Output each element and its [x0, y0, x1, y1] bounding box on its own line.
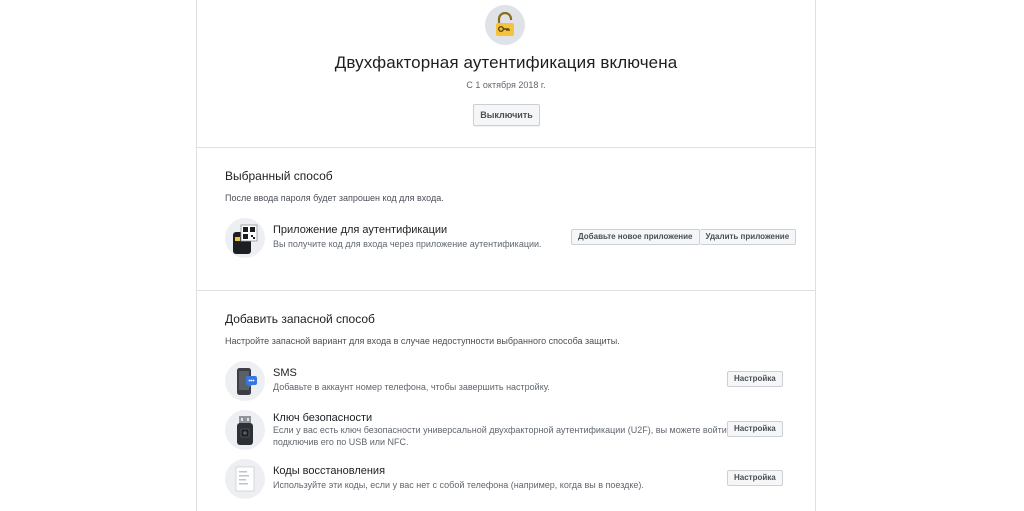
lock-key-icon	[485, 5, 525, 45]
selected-method-title: Выбранный способ	[225, 169, 333, 183]
authenticator-app-description: Вы получите код для входа через приложен…	[273, 239, 542, 249]
enabled-since-text: С 1 октября 2018 г.	[466, 80, 546, 90]
section-divider	[197, 147, 815, 148]
turn-off-button[interactable]: Выключить	[473, 104, 540, 126]
sms-setup-button[interactable]: Настройка	[727, 371, 783, 387]
security-key-description-line1: Если у вас есть ключ безопасности универ…	[273, 425, 730, 435]
sms-row: SMS Добавьте в аккаунт номер телефона, ч…	[225, 361, 783, 403]
security-key-setup-button[interactable]: Настройка	[727, 421, 783, 437]
security-key-row: Ключ безопасности Если у вас есть ключ б…	[225, 410, 783, 452]
sms-description: Добавьте в аккаунт номер телефона, чтобы…	[273, 382, 550, 392]
backup-method-title: Добавить запасной способ	[225, 312, 375, 326]
authenticator-app-title: Приложение для аутентификации	[273, 224, 448, 236]
recovery-codes-setup-button[interactable]: Настройка	[727, 470, 783, 486]
selected-method-description: После ввода пароля будет запрошен код дл…	[225, 193, 444, 203]
two-factor-status-header: Двухфакторная аутентификация включена С …	[197, 0, 815, 148]
page-title: Двухфакторная аутентификация включена	[334, 53, 678, 72]
authenticator-actions: Добавьте новое приложение Удалить прилож…	[571, 229, 797, 245]
recovery-codes-description: Используйте эти коды, если у вас нет с с…	[273, 480, 644, 490]
two-factor-settings-card: Двухфакторная аутентификация включена С …	[196, 0, 816, 511]
sms-title: SMS	[273, 367, 297, 379]
authenticator-app-row: Приложение для аутентификации Вы получит…	[225, 218, 797, 260]
authenticator-app-icon	[225, 218, 265, 258]
remove-app-button[interactable]: Удалить приложение	[699, 229, 797, 245]
security-key-description-line2: подключив его по USB или NFC.	[273, 437, 409, 447]
add-new-app-button[interactable]: Добавьте новое приложение	[571, 229, 700, 245]
recovery-codes-icon	[225, 459, 265, 499]
backup-method-description: Настройте запасной вариант для входа в с…	[225, 336, 620, 346]
phone-sms-icon	[225, 361, 265, 401]
recovery-codes-title: Коды восстановления	[273, 465, 386, 477]
section-divider	[197, 290, 815, 291]
usb-key-icon	[225, 410, 265, 450]
recovery-codes-row: Коды восстановления Используйте эти коды…	[225, 459, 783, 501]
security-key-title: Ключ безопасности	[273, 412, 373, 424]
